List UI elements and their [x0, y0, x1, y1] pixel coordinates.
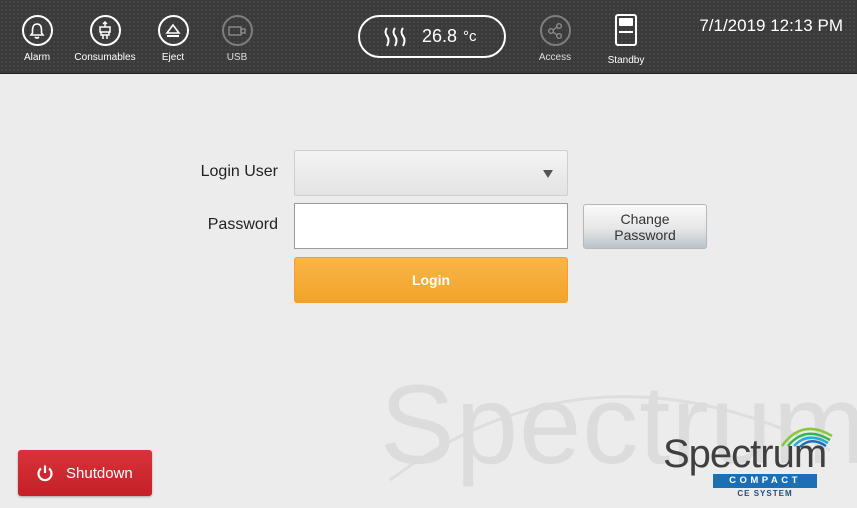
consumables-icon	[89, 15, 121, 46]
standby-button[interactable]: Standby	[604, 0, 648, 73]
logo-subtitle: CE SYSTEM	[737, 489, 793, 498]
top-toolbar: Alarm Consumables Eject USB 26.8 °c Acce…	[0, 0, 857, 74]
temperature-unit: °c	[463, 28, 477, 45]
temperature-value: 26.8	[422, 26, 458, 46]
temperature-display[interactable]: 26.8 °c	[358, 15, 506, 58]
dropdown-arrow-icon	[543, 170, 553, 178]
standby-icon	[615, 14, 637, 46]
access-label: Access	[538, 52, 572, 63]
shutdown-button[interactable]: Shutdown	[18, 450, 152, 496]
usb-label: USB	[226, 52, 248, 63]
heater-icon	[384, 26, 406, 46]
consumables-label: Consumables	[74, 52, 136, 63]
usb-button[interactable]: USB	[220, 0, 254, 73]
login-user-select[interactable]	[294, 150, 568, 196]
date-time: 7/1/2019 12:13 PM	[699, 16, 843, 35]
change-password-button[interactable]: Change Password	[583, 204, 707, 249]
consumables-button[interactable]: Consumables	[70, 0, 140, 73]
bell-icon	[21, 15, 53, 46]
power-icon	[37, 465, 53, 482]
shutdown-label: Shutdown	[66, 464, 133, 482]
standby-label: Standby	[607, 55, 645, 66]
logo-compact: COMPACT	[713, 474, 817, 488]
logo-word: Spectrum	[663, 432, 827, 476]
alarm-button[interactable]: Alarm	[20, 0, 54, 73]
spectrum-compact-logo: Spectrum COMPACT CE SYSTEM	[663, 418, 843, 502]
login-button[interactable]: Login	[294, 257, 568, 303]
eject-label: Eject	[161, 52, 185, 63]
password-input[interactable]	[294, 203, 568, 249]
password-label: Password	[207, 216, 278, 233]
eject-icon	[157, 15, 189, 46]
access-button[interactable]: Access	[535, 0, 575, 73]
eject-button[interactable]: Eject	[156, 0, 190, 73]
share-icon	[539, 15, 571, 46]
change-password-line2: Password	[614, 226, 676, 243]
alarm-label: Alarm	[23, 52, 51, 63]
usb-icon	[221, 15, 253, 46]
change-password-line1: Change	[620, 210, 670, 227]
login-user-label: Login User	[200, 163, 278, 180]
